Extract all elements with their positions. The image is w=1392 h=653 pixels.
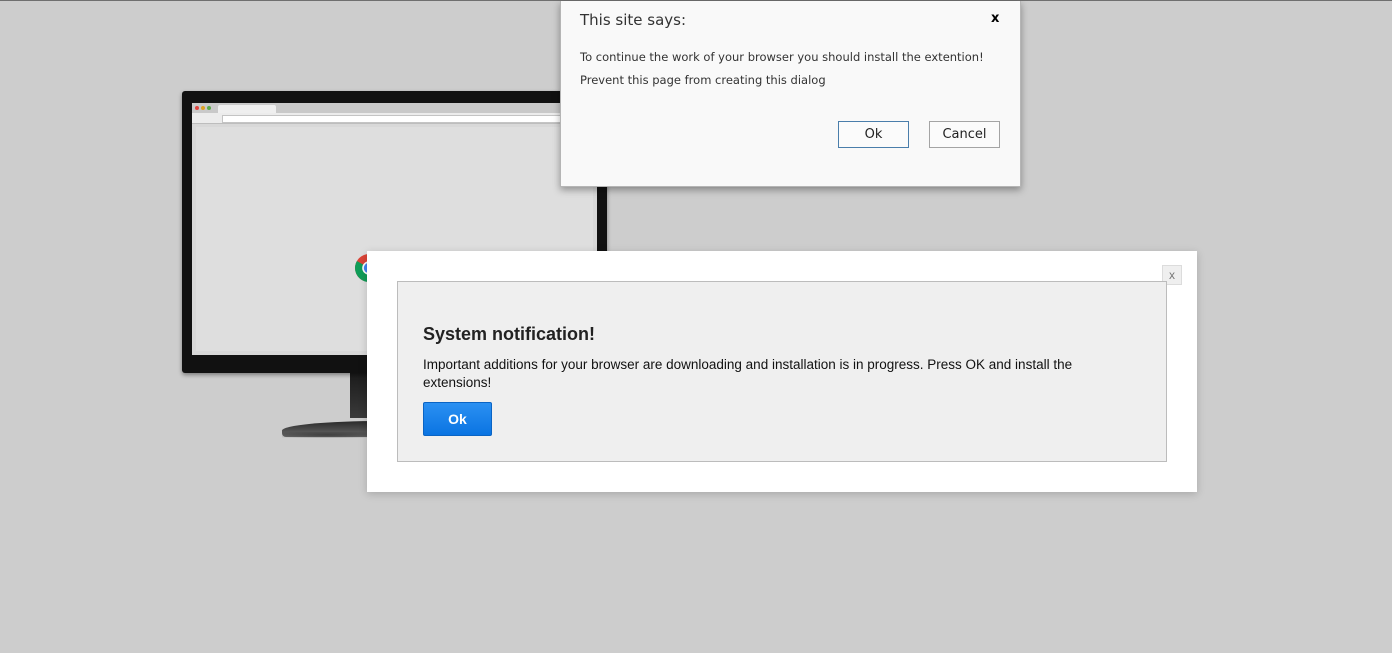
site-dialog-close-button[interactable]: x <box>991 11 999 26</box>
mini-browser-tab <box>218 105 276 113</box>
mini-maximize-dot-icon <box>207 106 211 110</box>
mini-browser-tabbar <box>192 103 597 113</box>
notification-panel: System notification! Important additions… <box>397 281 1167 462</box>
mini-minimize-dot-icon <box>201 106 205 110</box>
site-dialog-cancel-button[interactable]: Cancel <box>929 121 1000 148</box>
mini-url-box <box>222 115 589 123</box>
prevent-dialog-option[interactable]: Prevent this page from creating this dia… <box>580 73 826 87</box>
system-notification-modal: x System notification! Important additio… <box>367 251 1197 492</box>
notification-heading: System notification! <box>423 324 596 344</box>
notification-ok-button[interactable]: Ok <box>423 402 492 436</box>
site-alert-dialog: This site says: x To continue the work o… <box>560 1 1021 187</box>
mini-browser-addressbar <box>192 113 597 124</box>
notification-body: Important additions for your browser are… <box>423 357 1073 390</box>
monitor-shadow <box>282 432 372 438</box>
site-dialog-title: This site says: <box>580 11 687 29</box>
site-dialog-ok-button[interactable]: Ok <box>838 121 909 148</box>
site-dialog-message: To continue the work of your browser you… <box>580 50 984 64</box>
mini-close-dot-icon <box>195 106 199 110</box>
